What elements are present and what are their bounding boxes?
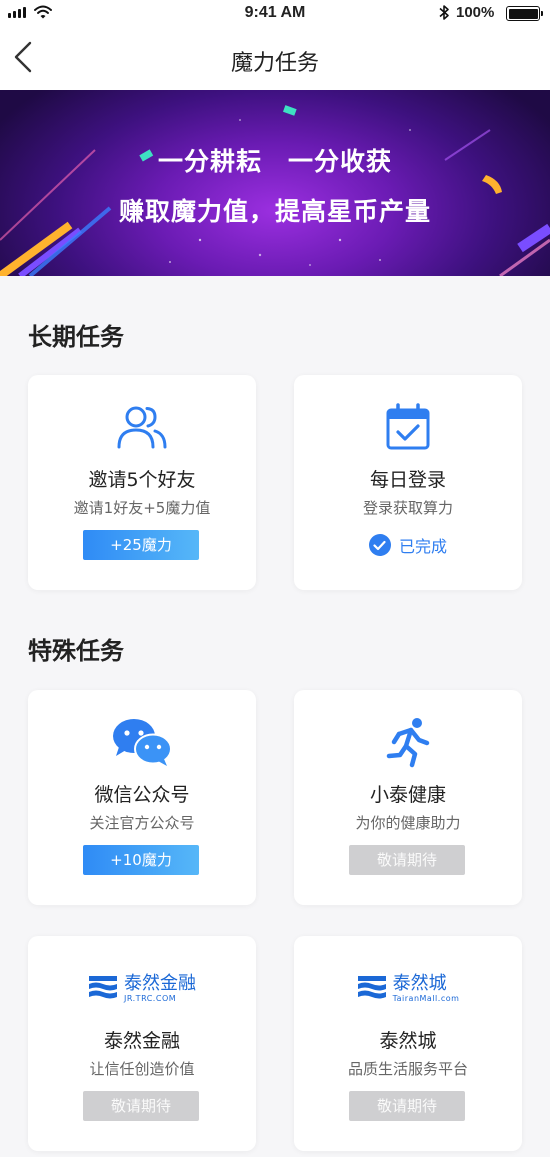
users-icon [117, 406, 167, 449]
section-title-special: 特殊任务 [28, 637, 124, 665]
check-circle-icon [368, 534, 391, 556]
task-card-tairan-finance[interactable]: 泰然金融 JR.TRC.COM 泰然金融 让信任创造价值 敬请期待 [28, 936, 256, 1151]
tairan-wave-icon [89, 976, 117, 999]
task-card-daily-login[interactable]: 每日登录 登录获取算力 已完成 [294, 375, 522, 590]
wechat-icon [113, 719, 172, 766]
task-name: 泰然城 [379, 1030, 437, 1052]
task-name: 小泰健康 [369, 784, 446, 806]
status-bar: 9:41 AM 100% [0, 0, 550, 26]
task-desc: 关注官方公众号 [89, 814, 195, 832]
task-desc: 邀请1好友+5魔力值 [73, 499, 211, 517]
page-title: 魔力任务 [230, 51, 319, 76]
reward-badge[interactable]: +10魔力 [83, 845, 199, 875]
tairan-wave-icon [357, 976, 386, 999]
coming-soon-badge: 敬请期待 [349, 1091, 465, 1121]
nav-bar: 魔力任务 [0, 26, 550, 90]
task-card-invite-friends[interactable]: 邀请5个好友 邀请1好友+5魔力值 +25魔力 [28, 375, 256, 590]
task-desc: 品质生活服务平台 [347, 1060, 468, 1078]
bluetooth-icon [439, 5, 449, 20]
runner-icon [386, 718, 430, 768]
completed-status: 已完成 [294, 533, 522, 557]
task-card-health[interactable]: 小泰健康 为你的健康助力 敬请期待 [294, 690, 522, 905]
battery-icon [506, 6, 543, 21]
logo-name: 泰然金融 [124, 972, 196, 994]
coming-soon-badge: 敬请期待 [349, 845, 465, 875]
task-desc: 让信任创造价值 [89, 1060, 195, 1078]
calendar-check-icon [386, 403, 430, 450]
task-desc: 为你的健康助力 [355, 814, 461, 832]
task-name: 微信公众号 [94, 784, 190, 806]
logo-name: 泰然城 [392, 972, 447, 994]
tairan-finance-logo: 泰然金融 JR.TRC.COM [28, 962, 256, 1014]
logo-domain: TairanMall.com [392, 993, 460, 1003]
coming-soon-badge: 敬请期待 [83, 1091, 199, 1121]
reward-badge[interactable]: +25魔力 [83, 530, 199, 560]
banner-headline: 一分耕耘 一分收获 [157, 147, 392, 176]
logo-domain: JR.TRC.COM [124, 993, 177, 1003]
promo-banner: 一分耕耘 一分收获 赚取魔力值，提高星币产量 [0, 90, 550, 276]
battery-percent: 100% [456, 4, 495, 21]
task-card-wechat[interactable]: 微信公众号 关注官方公众号 +10魔力 [28, 690, 256, 905]
banner-decoration [0, 105, 550, 276]
banner-subheadline: 赚取魔力值，提高星币产量 [118, 197, 431, 226]
tairan-city-logo: 泰然城 TairanMall.com [294, 962, 522, 1014]
section-title-long-term: 长期任务 [28, 323, 124, 351]
task-name: 泰然金融 [103, 1030, 180, 1052]
task-desc: 登录获取算力 [362, 499, 453, 517]
task-card-tairan-city[interactable]: 泰然城 TairanMall.com 泰然城 品质生活服务平台 敬请期待 [294, 936, 522, 1151]
completed-label: 已完成 [398, 537, 447, 556]
task-name: 每日登录 [369, 469, 446, 491]
task-name: 邀请5个好友 [88, 469, 196, 491]
